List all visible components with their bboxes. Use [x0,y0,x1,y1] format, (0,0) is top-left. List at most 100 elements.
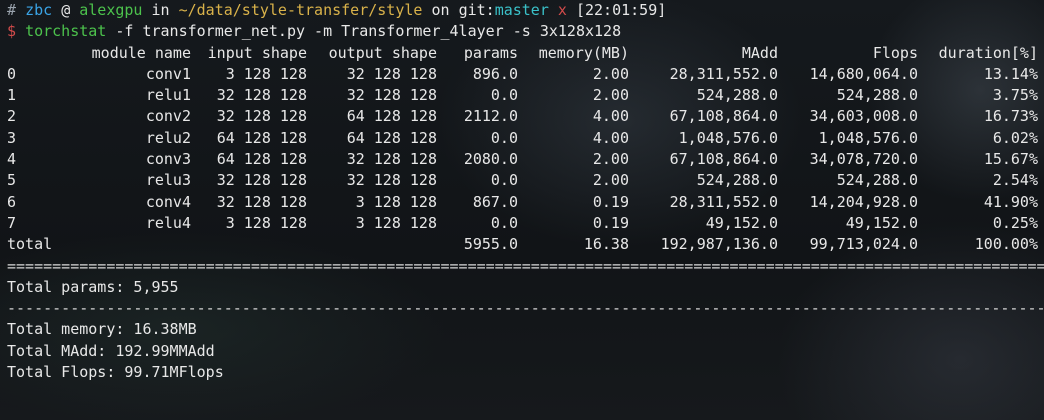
table-row: 3 relu2 64 128 128 64 128 128 0.0 4.00 1,048,5… [7,128,1044,149]
row-index: 0 [7,64,17,83]
row-memory: 4.00 [592,107,629,126]
row-flops: 14,204,928.0 [809,192,918,211]
row-madd: 1,048,576.0 [678,128,778,147]
table-row: 1 relu1 32 128 128 32 128 128 0.0 2.00 524,288… [7,85,1044,106]
row-flops: 34,603,008.0 [809,107,918,126]
row-params: 0.0 [490,128,518,147]
row-memory: 2.00 [592,171,629,190]
prompt-hash: # [7,1,17,19]
row-module-name: conv3 [145,150,191,169]
row-input-shape: 3 128 128 [225,64,307,83]
row-index: 1 [7,86,17,105]
row-index: 6 [7,192,17,211]
prompt-line: # zbc @ alexgpu in ~/data/style-transfer… [7,0,1044,21]
row-madd: 49,152.0 [705,213,778,232]
row-duration: 13.14% [983,64,1038,83]
row-output-shape: 32 128 128 [346,64,437,83]
row-madd: 524,288.0 [696,86,778,105]
command-args: -f transformer_net.py -m Transformer_4la… [115,22,622,41]
prompt-time: [22:01:59] [575,1,667,19]
prompt-git-label: git: [458,1,495,19]
row-flops: 34,078,720.0 [809,150,918,169]
row-madd: 28,311,552.0 [669,64,778,83]
prompt-branch: master [494,1,549,19]
total-label: total [7,235,53,254]
row-memory: 4.00 [592,128,629,147]
terminal-window[interactable]: # zbc @ alexgpu in ~/data/style-transfer… [7,0,1044,420]
row-input-shape: 32 128 128 [216,192,307,211]
total-row: total 5955.0 16.38 192,987,136.0 99,713,… [7,234,1044,255]
row-memory: 2.00 [592,150,629,169]
header-output-shape: output shape [328,43,437,62]
row-memory: 2.00 [592,86,629,105]
row-flops: 49,152.0 [845,213,918,232]
row-params: 896.0 [472,64,518,83]
row-index: 7 [7,213,17,232]
header-input-shape: input shape [207,43,307,62]
row-memory: 2.00 [592,64,629,83]
row-memory: 0.19 [592,192,629,211]
row-madd: 67,108,864.0 [669,150,778,169]
row-module-name: relu4 [145,213,191,232]
row-duration: 6.02% [992,128,1038,147]
row-output-shape: 3 128 128 [355,192,437,211]
table-row: 5 relu3 32 128 128 32 128 128 0.0 2.00 524,288… [7,170,1044,191]
row-params: 0.0 [490,213,518,232]
prompt-dirty-marker: x [557,1,567,19]
header-params: params [463,43,518,62]
prompt-in: in [151,1,170,19]
command-line: $ torchstat -f transformer_net.py -m Tra… [7,21,1044,42]
row-output-shape: 32 128 128 [346,86,437,105]
row-index: 3 [7,128,17,147]
row-params: 2112.0 [463,107,518,126]
row-module-name: conv2 [145,107,191,126]
row-duration: 16.73% [983,107,1038,126]
row-input-shape: 3 128 128 [225,213,307,232]
row-duration: 3.75% [992,86,1038,105]
table-row: 4 conv3 64 128 128 32 128 128 2080.0 2.00 67,1… [7,149,1044,170]
row-madd: 67,108,864.0 [669,107,778,126]
row-module-name: relu3 [145,171,191,190]
summary-total-flops: Total Flops: 99.71MFlops [7,363,224,382]
summary-total-params: Total params: 5,955 [7,277,179,296]
row-madd: 28,311,552.0 [669,192,778,211]
row-output-shape: 64 128 128 [346,128,437,147]
header-flops: Flops [872,43,918,62]
command-dollar: $ [7,22,17,41]
prompt-at: @ [61,1,71,19]
row-duration: 2.54% [992,171,1038,190]
row-input-shape: 32 128 128 [216,86,307,105]
row-input-shape: 32 128 128 [216,107,307,126]
row-output-shape: 3 128 128 [355,213,437,232]
table-row: 0 conv1 3 128 128 32 128 128 896.0 2.00 28,311… [7,64,1044,85]
row-duration: 41.90% [983,192,1038,211]
header-memory: memory(MB) [538,43,629,62]
row-params: 0.0 [490,86,518,105]
row-duration: 15.67% [983,150,1038,169]
row-output-shape: 64 128 128 [346,107,437,126]
header-duration: duration[%] [938,43,1038,62]
total-flops: 99,713,024.0 [809,235,918,254]
row-params: 867.0 [472,192,518,211]
row-output-shape: 32 128 128 [346,150,437,169]
row-index: 4 [7,150,17,169]
table-header: module name input shape output shape par… [7,43,1044,64]
summary-total-madd: Total MAdd: 192.99MMAdd [7,341,215,360]
prompt-user: zbc [25,1,53,19]
row-output-shape: 32 128 128 [346,171,437,190]
row-flops: 1,048,576.0 [818,128,918,147]
row-params: 2080.0 [463,150,518,169]
row-index: 2 [7,107,17,126]
header-madd: MAdd [741,43,778,62]
row-input-shape: 64 128 128 [216,128,307,147]
total-params: 5955.0 [463,235,518,254]
prompt-path: ~/data/style-transfer/style [178,1,423,19]
separator-single: ----------------------------------------… [7,299,1044,318]
row-flops: 524,288.0 [836,171,918,190]
header-module-name: module name [91,43,191,62]
row-flops: 524,288.0 [836,86,918,105]
prompt-host: alexgpu [79,1,143,19]
row-module-name: relu2 [145,128,191,147]
row-module-name: relu1 [145,86,191,105]
table-row: 7 relu4 3 128 128 3 128 128 0.0 0.19 49,152.0 4… [7,213,1044,234]
